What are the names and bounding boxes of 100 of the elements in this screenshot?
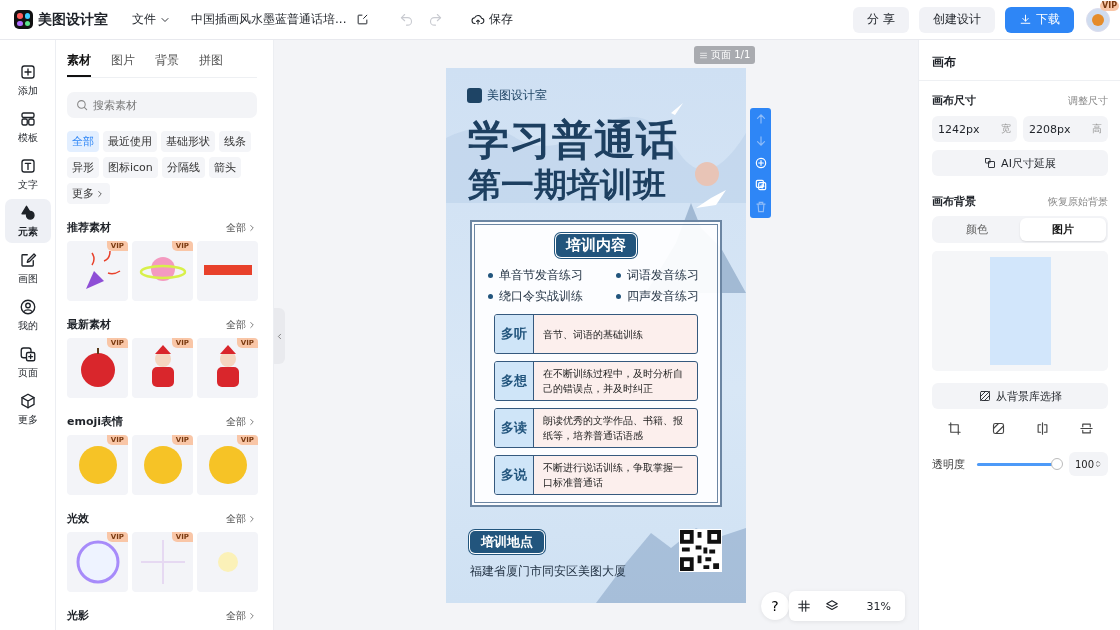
row-text: 音节、词语的基础训练 — [542, 327, 644, 342]
chevron-left-icon — [275, 331, 284, 341]
chevron-right-icon — [247, 610, 257, 621]
filter-chip[interactable]: 更多 — [67, 183, 110, 204]
cloud-icon — [471, 12, 486, 27]
rail-item[interactable]: 添加 — [4, 58, 51, 102]
save-button[interactable]: 保存 — [465, 10, 520, 29]
zoom-level[interactable]: 31% — [866, 599, 891, 613]
section-label: 画布背景 — [932, 194, 976, 209]
panel-tab[interactable]: 背景 — [155, 50, 179, 77]
poster-title: 学习普通话 — [468, 116, 679, 164]
see-all-link[interactable]: 全部 — [226, 414, 257, 429]
user-icon — [18, 297, 37, 316]
see-all-link[interactable]: 全部 — [226, 511, 257, 526]
layout-icon — [18, 109, 37, 128]
avatar[interactable] — [1086, 7, 1110, 32]
section-label: 画布尺寸 — [932, 93, 976, 108]
section-title: 光影 — [67, 608, 89, 623]
emoji-face-drawing — [78, 446, 117, 484]
filter-chip[interactable]: 线条 — [219, 131, 251, 152]
stepper-icon — [1094, 460, 1103, 468]
rail-item[interactable]: 我的 — [4, 293, 51, 337]
search-icon — [75, 98, 89, 112]
filter-chip[interactable]: 箭头 — [208, 157, 241, 178]
chevron-right-icon — [247, 416, 257, 427]
panel-tab[interactable]: 素材 — [67, 50, 91, 77]
vip-badge: VIP — [1099, 0, 1119, 11]
size-field[interactable]: 2208px 高 — [1023, 116, 1108, 142]
page-add-icon — [18, 344, 37, 363]
bubble-drawing — [76, 540, 119, 584]
see-all-link[interactable]: 全部 — [226, 317, 257, 332]
background-tab[interactable]: 颜色 — [934, 218, 1020, 241]
chevron-right-icon — [247, 319, 257, 330]
row-text: 朗读优秀的文学作品、书籍、报纸等，培养普通话语感 — [542, 414, 684, 443]
grid-icon — [796, 599, 811, 613]
background-library-button[interactable]: 从背景库选择 — [932, 383, 1108, 409]
ai-resize-button[interactable]: AI尺寸延展 — [932, 150, 1108, 176]
filter-chip[interactable]: 基础形状 — [161, 131, 215, 152]
emoji-face-drawing — [143, 446, 182, 484]
filter-chip[interactable]: 图标icon — [103, 157, 158, 178]
flip-horizontal-icon — [1034, 421, 1050, 436]
address-text: 福建省厦门市同安区美图大厦 — [470, 563, 626, 580]
cube-icon — [18, 391, 37, 410]
bar-shape — [203, 265, 252, 275]
row-tag: 多想 — [495, 362, 534, 400]
copy-icon[interactable] — [753, 178, 768, 192]
collapse-handle[interactable] — [274, 308, 285, 364]
rail-item[interactable]: 元素 — [4, 199, 51, 243]
resize-link[interactable]: 调整尺寸 — [1068, 93, 1108, 108]
rail-item[interactable]: 模板 — [4, 105, 51, 149]
sparkle-drawing — [139, 539, 186, 585]
help-button[interactable]: ? — [761, 592, 789, 620]
panel-title: 画布 — [919, 40, 1120, 81]
see-all-link[interactable]: 全部 — [226, 220, 257, 235]
create-design-button[interactable]: 创建设计 — [919, 6, 995, 33]
flip-vertical-icon — [1078, 421, 1094, 436]
bullet-text: 词语发音练习 — [627, 267, 699, 284]
bullet-dot — [616, 294, 621, 299]
opacity-input[interactable]: 100 — [1069, 452, 1109, 476]
rail-item[interactable]: 画图 — [4, 246, 51, 290]
panel-tab[interactable]: 图片 — [111, 50, 135, 77]
download-icon — [1019, 13, 1032, 26]
santa-drawing — [151, 345, 174, 387]
filter-chip[interactable]: 分隔线 — [161, 157, 205, 178]
santa-drawing — [216, 345, 239, 387]
file-menu[interactable]: 文件 — [132, 11, 171, 28]
rail-item[interactable]: 文字 — [4, 152, 51, 196]
bullet-dot — [616, 273, 621, 278]
bullet-text: 四声发音练习 — [627, 288, 699, 305]
document-title[interactable]: 中国插画风水墨蓝普通话培... — [191, 11, 347, 28]
reset-background-link[interactable]: 恢复原始背景 — [1048, 194, 1108, 209]
chevron-right-icon — [95, 188, 105, 199]
download-button[interactable]: 下载 — [1005, 6, 1074, 33]
planet-drawing — [139, 257, 186, 281]
search-field[interactable]: 搜索素材 — [67, 92, 257, 118]
panel-tab[interactable]: 拼图 — [199, 50, 223, 77]
opacity-label: 透明度 — [932, 456, 965, 472]
plus-circle-icon[interactable] — [753, 156, 768, 170]
sticker-thumbnail[interactable] — [197, 532, 258, 592]
filter-chip[interactable]: 异形 — [67, 157, 99, 178]
bullet-dot — [488, 273, 493, 278]
background-tab[interactable]: 图片 — [1020, 218, 1106, 241]
app-name: 美图设计室 — [38, 10, 108, 29]
bullet-dot — [488, 294, 493, 299]
resize-icon — [984, 157, 997, 169]
layers-icon — [824, 599, 839, 613]
sticker-thumbnail[interactable] — [197, 241, 258, 301]
emoji-face-drawing — [208, 446, 247, 484]
section-title: 推荐素材 — [67, 220, 111, 235]
chevron-right-icon — [247, 513, 257, 524]
filter-chip[interactable]: 最近使用 — [103, 131, 157, 152]
rail-item[interactable]: 页面 — [4, 340, 51, 384]
see-all-link[interactable]: 全部 — [226, 608, 257, 623]
share-button[interactable]: 分 享 — [853, 6, 909, 33]
hatched-square-icon — [978, 390, 991, 402]
brand-name: 美图设计室 — [487, 87, 547, 104]
size-field[interactable]: 1242px 宽 — [932, 116, 1017, 142]
rail-item[interactable]: 更多 — [4, 387, 51, 431]
crop-icon — [946, 421, 962, 436]
section-title: emoji表情 — [67, 414, 124, 429]
